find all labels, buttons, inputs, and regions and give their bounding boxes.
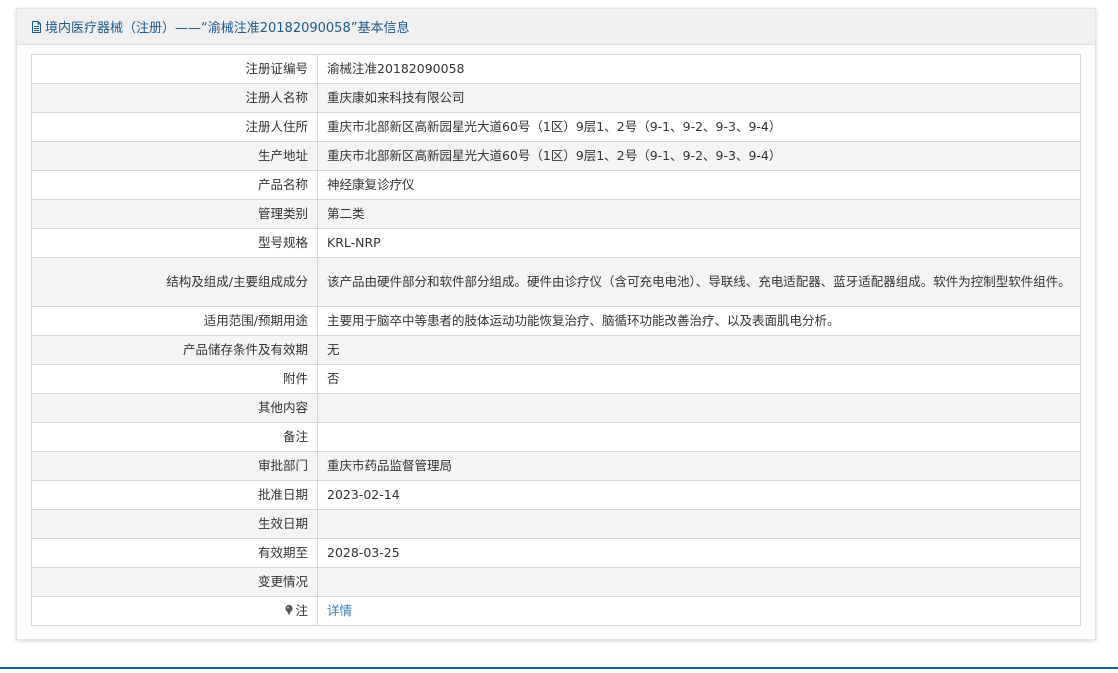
table-row: 审批部门 重庆市药品监督管理局 <box>31 451 1081 481</box>
table-row: 批准日期 2023-02-14 <box>31 480 1081 510</box>
note-label: 注 <box>295 603 308 618</box>
row-label: 生产地址 <box>31 141 318 171</box>
row-label: 适用范围/预期用途 <box>31 306 318 336</box>
note-label-cell: 注 <box>31 596 318 626</box>
row-label: 注册证编号 <box>31 54 318 84</box>
row-value: 2028-03-25 <box>317 538 1081 568</box>
footer-divider <box>0 667 1118 669</box>
row-label: 备注 <box>31 422 318 452</box>
row-value: 第二类 <box>317 199 1081 229</box>
row-value: 重庆康如来科技有限公司 <box>317 83 1081 113</box>
row-label: 生效日期 <box>31 509 318 539</box>
row-label: 有效期至 <box>31 538 318 568</box>
row-value: 重庆市北部新区高新园星光大道60号（1区）9层1、2号（9-1、9-2、9-3、… <box>317 112 1081 142</box>
pin-icon <box>284 604 294 616</box>
panel-header: 境内医疗器械（注册）——“渝械注准20182090058”基本信息 <box>17 9 1095 45</box>
row-value <box>317 509 1081 539</box>
row-value <box>317 393 1081 423</box>
page-title: 境内医疗器械（注册）——“渝械注准20182090058”基本信息 <box>45 21 410 36</box>
table-row: 附件 否 <box>31 364 1081 394</box>
table-row: 注册人住所 重庆市北部新区高新园星光大道60号（1区）9层1、2号（9-1、9-… <box>31 112 1081 142</box>
info-panel: 境内医疗器械（注册）——“渝械注准20182090058”基本信息 注册证编号 … <box>16 8 1096 640</box>
table-row: 注册人名称 重庆康如来科技有限公司 <box>31 83 1081 113</box>
table-row: 结构及组成/主要组成成分 该产品由硬件部分和软件部分组成。硬件由诊疗仪（含可充电… <box>31 257 1081 307</box>
row-value: 重庆市北部新区高新园星光大道60号（1区）9层1、2号（9-1、9-2、9-3、… <box>317 141 1081 171</box>
table-row: 注册证编号 渝械注准20182090058 <box>31 54 1081 84</box>
note-value-cell: 详情 <box>317 596 1081 626</box>
row-value: 主要用于脑卒中等患者的肢体运动功能恢复治疗、脑循环功能改善治疗、以及表面肌电分析… <box>317 306 1081 336</box>
table-row: 型号规格 KRL-NRP <box>31 228 1081 258</box>
table-row: 有效期至 2028-03-25 <box>31 538 1081 568</box>
page: 境内医疗器械（注册）——“渝械注准20182090058”基本信息 注册证编号 … <box>0 0 1118 673</box>
row-label: 附件 <box>31 364 318 394</box>
table-row: 生产地址 重庆市北部新区高新园星光大道60号（1区）9层1、2号（9-1、9-2… <box>31 141 1081 171</box>
row-label: 产品储存条件及有效期 <box>31 335 318 365</box>
table-row: 备注 <box>31 422 1081 452</box>
document-icon <box>31 20 42 33</box>
row-value: 无 <box>317 335 1081 365</box>
row-label: 注册人名称 <box>31 83 318 113</box>
row-label: 其他内容 <box>31 393 318 423</box>
note-row: 注 详情 <box>31 596 1081 626</box>
row-label: 变更情况 <box>31 567 318 597</box>
row-value <box>317 422 1081 452</box>
table-row: 产品储存条件及有效期 无 <box>31 335 1081 365</box>
table-row: 变更情况 <box>31 567 1081 597</box>
table-row: 生效日期 <box>31 509 1081 539</box>
table-row: 适用范围/预期用途 主要用于脑卒中等患者的肢体运动功能恢复治疗、脑循环功能改善治… <box>31 306 1081 336</box>
row-value: 重庆市药品监督管理局 <box>317 451 1081 481</box>
row-value: 神经康复诊疗仪 <box>317 170 1081 200</box>
row-value: KRL-NRP <box>317 228 1081 258</box>
row-value: 2023-02-14 <box>317 480 1081 510</box>
row-value: 否 <box>317 364 1081 394</box>
info-table-body: 注册证编号 渝械注准20182090058 注册人名称 重庆康如来科技有限公司 … <box>31 54 1081 626</box>
table-row: 产品名称 神经康复诊疗仪 <box>31 170 1081 200</box>
table-row: 其他内容 <box>31 393 1081 423</box>
row-label: 结构及组成/主要组成成分 <box>31 257 318 307</box>
row-value: 渝械注准20182090058 <box>317 54 1081 84</box>
row-label: 批准日期 <box>31 480 318 510</box>
info-table: 注册证编号 渝械注准20182090058 注册人名称 重庆康如来科技有限公司 … <box>31 54 1081 626</box>
table-row: 管理类别 第二类 <box>31 199 1081 229</box>
row-label: 管理类别 <box>31 199 318 229</box>
row-value <box>317 567 1081 597</box>
row-label: 型号规格 <box>31 228 318 258</box>
row-label: 产品名称 <box>31 170 318 200</box>
details-link[interactable]: 详情 <box>327 603 352 618</box>
row-label: 审批部门 <box>31 451 318 481</box>
row-label: 注册人住所 <box>31 112 318 142</box>
row-value: 该产品由硬件部分和软件部分组成。硬件由诊疗仪（含可充电电池）、导联线、充电适配器… <box>317 257 1081 307</box>
